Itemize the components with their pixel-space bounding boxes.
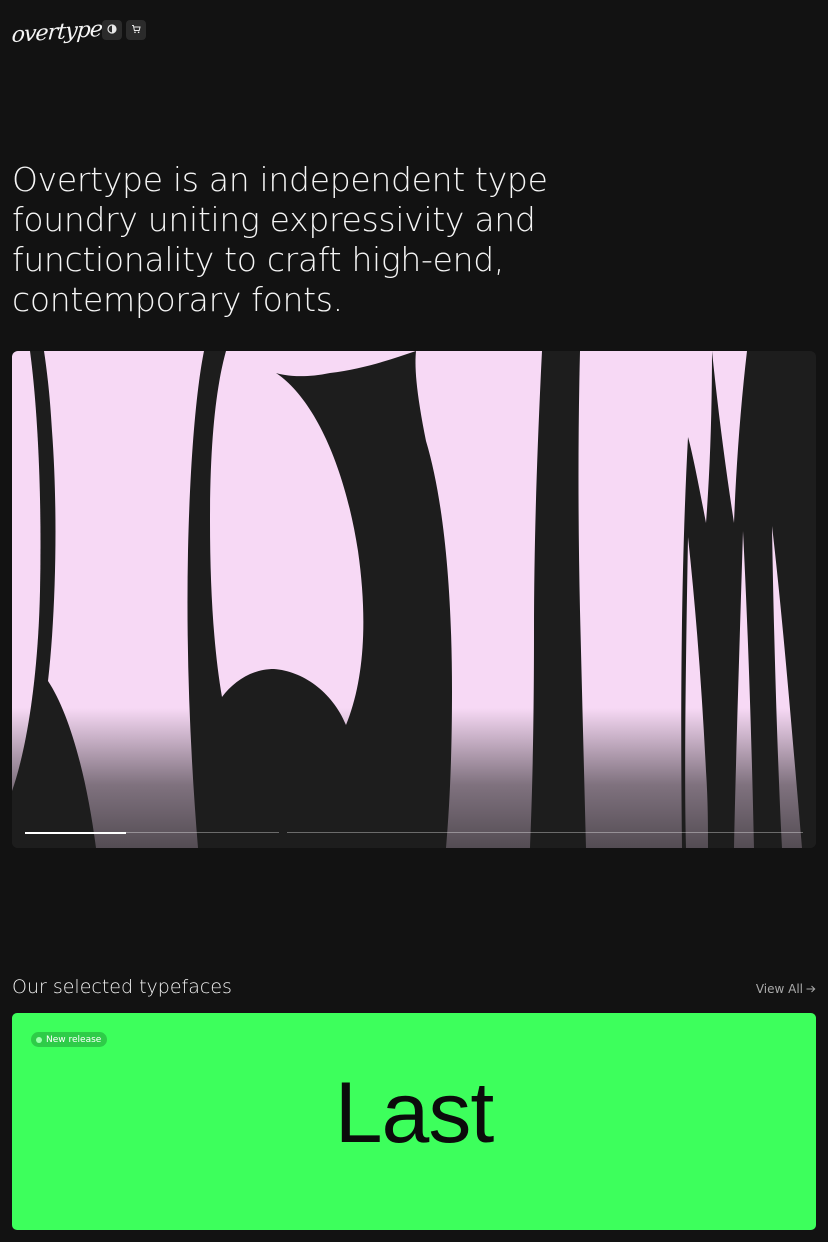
intro-statement: Overtype is an independent type foundry …	[12, 160, 548, 319]
overtype-logo[interactable]: overtype	[11, 14, 103, 58]
contrast-icon	[107, 21, 117, 39]
carousel-progress[interactable]	[25, 831, 803, 834]
cart-button[interactable]	[126, 20, 146, 40]
hero-type-specimen	[12, 351, 816, 848]
view-all-label: View All	[755, 982, 803, 996]
typeface-card-last[interactable]: New release Last	[12, 1013, 816, 1230]
new-release-badge: New release	[31, 1032, 108, 1047]
carousel-progress-fill	[25, 831, 126, 834]
hero-carousel[interactable]	[12, 351, 816, 848]
badge-label: New release	[46, 1034, 102, 1045]
header: overtype	[11, 14, 816, 58]
typeface-name: Last	[334, 1065, 495, 1161]
logo-wordmark: overtype	[10, 16, 103, 49]
section-title: Our selected typefaces	[12, 976, 232, 998]
carousel-progress-segment[interactable]	[287, 832, 803, 833]
status-dot-icon	[36, 1036, 42, 1043]
carousel-progress-segment[interactable]	[25, 831, 279, 834]
view-all-link[interactable]: View All	[756, 982, 816, 996]
cart-icon	[131, 21, 141, 39]
theme-toggle-button[interactable]	[102, 20, 122, 40]
arrow-right-icon	[806, 982, 816, 996]
